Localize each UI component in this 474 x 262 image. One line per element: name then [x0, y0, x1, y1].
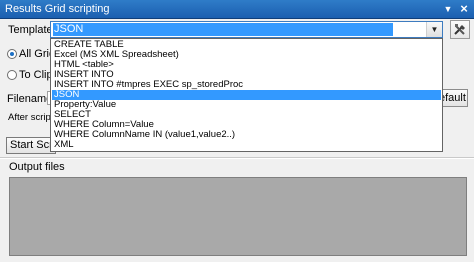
- triangle-down-icon[interactable]: ▼: [441, 2, 455, 16]
- dropdown-option[interactable]: HTML <table>: [52, 60, 441, 70]
- dropdown-option[interactable]: WHERE Column=Value: [52, 120, 441, 130]
- close-icon[interactable]: ×: [457, 2, 471, 16]
- template-selected-value: JSON: [53, 23, 393, 36]
- dropdown-option[interactable]: Property:Value: [52, 100, 441, 110]
- tools-button[interactable]: [450, 20, 470, 39]
- title-bar: Results Grid scripting ▼ ×: [0, 0, 474, 19]
- template-combobox[interactable]: JSON ▼: [50, 21, 443, 38]
- dropdown-option[interactable]: CREATE TABLE: [52, 40, 441, 50]
- dropdown-option[interactable]: WHERE ColumnName IN (value1,value2..): [52, 130, 441, 140]
- output-files-list[interactable]: [9, 177, 467, 256]
- dropdown-option-selected[interactable]: JSON: [52, 90, 441, 100]
- chevron-down-icon[interactable]: ▼: [426, 22, 442, 37]
- window-title: Results Grid scripting: [5, 3, 110, 15]
- dropdown-option[interactable]: XML: [52, 140, 441, 150]
- dropdown-option[interactable]: INSERT INTO: [52, 70, 441, 80]
- separator: [0, 157, 474, 159]
- template-label: Template:: [8, 24, 56, 36]
- template-dropdown-list[interactable]: CREATE TABLE Excel (MS XML Spreadsheet) …: [50, 38, 443, 152]
- dropdown-option[interactable]: Excel (MS XML Spreadsheet): [52, 50, 441, 60]
- start-scripting-button[interactable]: Start Scripti: [6, 137, 56, 154]
- all-grids-radio[interactable]: [7, 49, 17, 59]
- tools-icon: [454, 24, 465, 35]
- to-clipboard-radio[interactable]: [7, 70, 17, 80]
- output-files-label: Output files: [9, 161, 65, 173]
- dropdown-option[interactable]: SELECT: [52, 110, 441, 120]
- dropdown-option[interactable]: INSERT INTO #tmpres EXEC sp_storedProc: [52, 80, 441, 90]
